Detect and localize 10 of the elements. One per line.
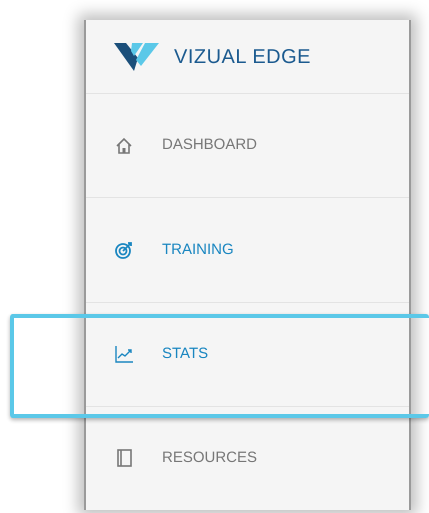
nav-item[interactable]: DASHBOARD (86, 94, 409, 198)
nav-item[interactable]: TRAINING (86, 198, 409, 302)
nav-item[interactable]: RESOURCES (86, 406, 409, 510)
target-icon (114, 240, 134, 260)
home-icon (114, 136, 134, 156)
nav-item[interactable]: STATS (86, 302, 409, 407)
line-chart-icon (114, 344, 134, 364)
logo-icon (114, 42, 160, 72)
book-icon (114, 448, 134, 468)
brand-name: VIZUAL EDGE (174, 44, 312, 70)
